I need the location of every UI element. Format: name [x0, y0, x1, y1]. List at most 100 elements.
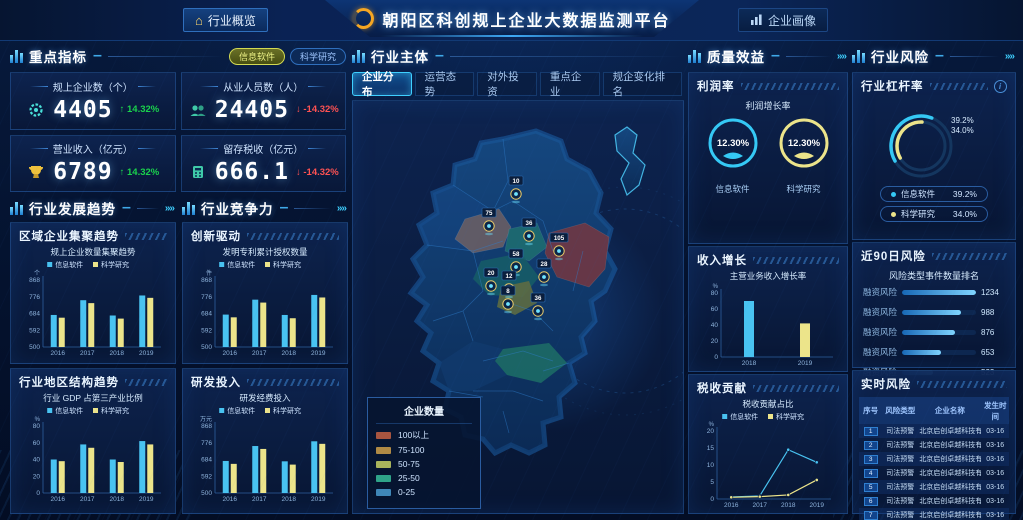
svg-text:科学研究: 科学研究	[273, 406, 301, 415]
subpanel-title: 实时风险	[861, 376, 911, 392]
svg-text:件: 件	[206, 269, 212, 277]
svg-text:5: 5	[710, 479, 714, 486]
kpi-value: 24405	[215, 97, 289, 123]
tab-规企变化排名[interactable]: 规企变化排名	[603, 72, 682, 96]
svg-text:2019: 2019	[810, 502, 825, 509]
svg-text:万元: 万元	[200, 416, 212, 423]
svg-text:60: 60	[711, 306, 719, 313]
chart-gdp-share: 行业 GDP 占第三产业比例信息软件科学研究%02040608020162017…	[19, 392, 167, 504]
risk-rank-row: 融资风险653	[853, 342, 1015, 362]
panel-header-industry-主体: 行业主体 –	[352, 46, 682, 66]
nav-left-label: 行业概览	[208, 12, 256, 29]
svg-text:500: 500	[29, 344, 40, 351]
svg-text:2018: 2018	[282, 496, 297, 503]
svg-text:10: 10	[513, 178, 520, 185]
svg-text:2017: 2017	[80, 350, 95, 357]
kpi-card: 从业人员数（人）24405↓ -14.32%	[181, 72, 347, 130]
chart-leverage-gauge: 39.2%34.0%	[859, 96, 1009, 188]
legend-item: 75-100	[376, 445, 472, 455]
risk-table-row[interactable]: 3司法预警北京启创卓越科技有限公司03-16	[859, 452, 1009, 466]
people-icon	[188, 100, 208, 120]
filter-tag[interactable]: 信息软件	[229, 48, 285, 65]
risk-rank-row: 融资风险1234	[853, 282, 1015, 302]
svg-text:20: 20	[711, 338, 719, 345]
panel-title: 行业竞争力	[201, 198, 274, 218]
svg-text:34.0%: 34.0%	[951, 126, 974, 135]
svg-text:39.2%: 39.2%	[951, 116, 974, 125]
table-header: 发生时间	[981, 397, 1009, 424]
tab-企业分布[interactable]: 企业分布	[352, 72, 412, 96]
expand-arrows-icon[interactable]	[337, 203, 346, 214]
filter-tag[interactable]: 科学研究	[290, 48, 346, 65]
calculator-icon	[188, 162, 208, 182]
svg-text:2019: 2019	[798, 360, 813, 367]
panel-header-risk: 行业风险 –	[852, 46, 1014, 66]
tab-重点企业[interactable]: 重点企业	[540, 72, 600, 96]
tab-运营态势[interactable]: 运营态势	[415, 72, 475, 96]
svg-text:信息软件: 信息软件	[730, 412, 758, 421]
svg-text:40: 40	[711, 322, 719, 329]
svg-text:58: 58	[513, 251, 520, 258]
svg-text:2017: 2017	[252, 496, 267, 503]
kpi-label: 营业收入（亿元）	[17, 141, 169, 156]
chart-title: 利润增长率	[689, 96, 847, 112]
svg-text:776: 776	[201, 294, 212, 301]
svg-text:2016: 2016	[223, 496, 238, 503]
panel-bars-icon	[688, 50, 701, 63]
trophy-icon	[26, 162, 46, 182]
chart-risk-ranking: 风险类型事件数量排名融资风险1234融资风险988融资风险876融资风险653融…	[853, 266, 1015, 382]
svg-text:科学研究: 科学研究	[101, 260, 129, 269]
panel-header-quality: 质量效益 –	[688, 46, 846, 66]
svg-text:12.30%: 12.30%	[716, 138, 749, 149]
svg-text:60: 60	[33, 440, 41, 447]
expand-arrows-icon[interactable]	[165, 203, 174, 214]
panel-header-trend: 行业发展趋势 –	[10, 198, 174, 218]
chart-patents: 发明专利累计授权数量信息软件科学研究件500592684776868201620…	[191, 246, 339, 358]
table-header: 企业名称	[918, 397, 981, 424]
svg-text:2019: 2019	[311, 496, 326, 503]
tab-对外投资[interactable]: 对外投资	[477, 72, 537, 96]
svg-text:2018: 2018	[282, 350, 297, 357]
svg-text:个: 个	[34, 270, 40, 277]
table-header: 风险类型	[882, 397, 918, 424]
svg-text:行业 GDP 占第三产业比例: 行业 GDP 占第三产业比例	[43, 393, 143, 403]
subpanel-title: 税收贡献	[697, 380, 747, 396]
nav-industry-overview-button[interactable]: ⌂ 行业概览	[183, 8, 268, 32]
risk-table-row[interactable]: 1司法预警北京启创卓越科技有限公司03-16	[859, 424, 1009, 438]
platform-title: 朝阳区科创规上企业大数据监测平台	[382, 7, 670, 31]
risk-table-row[interactable]: 4司法预警北京启创卓越科技有限公司03-16	[859, 466, 1009, 480]
expand-arrows-icon[interactable]	[837, 51, 846, 62]
svg-text:36: 36	[526, 220, 533, 227]
svg-text:2017: 2017	[252, 350, 267, 357]
svg-text:2019: 2019	[139, 350, 154, 357]
panel-bars-icon	[182, 202, 195, 215]
svg-text:2019: 2019	[311, 350, 326, 357]
chart-title: 风险类型事件数量排名	[853, 266, 1015, 282]
legend-item: 0-25	[376, 487, 472, 497]
card-rnd-investment: 研发投入 研发经费投入信息软件科学研究万元5005926847768682016…	[182, 368, 348, 514]
expand-arrows-icon[interactable]	[1005, 51, 1014, 62]
svg-text:20: 20	[33, 473, 41, 480]
svg-text:规上企业数量集聚趋势: 规上企业数量集聚趋势	[50, 247, 136, 257]
nav-enterprise-profile-button[interactable]: 企业画像	[738, 8, 828, 32]
risk-table-row[interactable]: 5司法预警北京启创卓越科技有限公司03-16	[859, 480, 1009, 494]
svg-text:2018: 2018	[110, 350, 125, 357]
svg-text:2017: 2017	[80, 496, 95, 503]
risk-table-row[interactable]: 6司法预警北京启创卓越科技有限公司03-16	[859, 494, 1009, 508]
svg-text:12: 12	[506, 273, 513, 280]
svg-text:0: 0	[710, 496, 714, 503]
map-legend-title: 企业数量	[376, 403, 472, 424]
svg-text:500: 500	[201, 490, 212, 497]
card-realtime-risk: 实时风险 序号风险类型企业名称发生时间1司法预警北京启创卓越科技有限公司03-1…	[852, 370, 1016, 514]
chart-agglomeration: 规上企业数量集聚趋势信息软件科学研究个500592684776868201620…	[19, 246, 167, 358]
svg-text:信息软件: 信息软件	[55, 260, 83, 269]
profit-gauge: 12.30%信息软件	[704, 116, 762, 195]
svg-text:2016: 2016	[51, 496, 66, 503]
svg-text:10: 10	[707, 462, 715, 469]
card-tax-contribution: 税收贡献 税收贡献占比信息软件科学研究%05101520201620172018…	[688, 374, 848, 514]
risk-table-row[interactable]: 2司法预警北京启创卓越科技有限公司03-16	[859, 438, 1009, 452]
risk-table-row[interactable]: 7司法预警北京启创卓越科技有限公司03-16	[859, 508, 1009, 520]
card-region-agglomeration: 区域企业集聚趋势 规上企业数量集聚趋势信息软件科学研究个500592684776…	[10, 222, 176, 364]
svg-text:2017: 2017	[753, 502, 768, 509]
info-icon[interactable]	[994, 80, 1007, 93]
